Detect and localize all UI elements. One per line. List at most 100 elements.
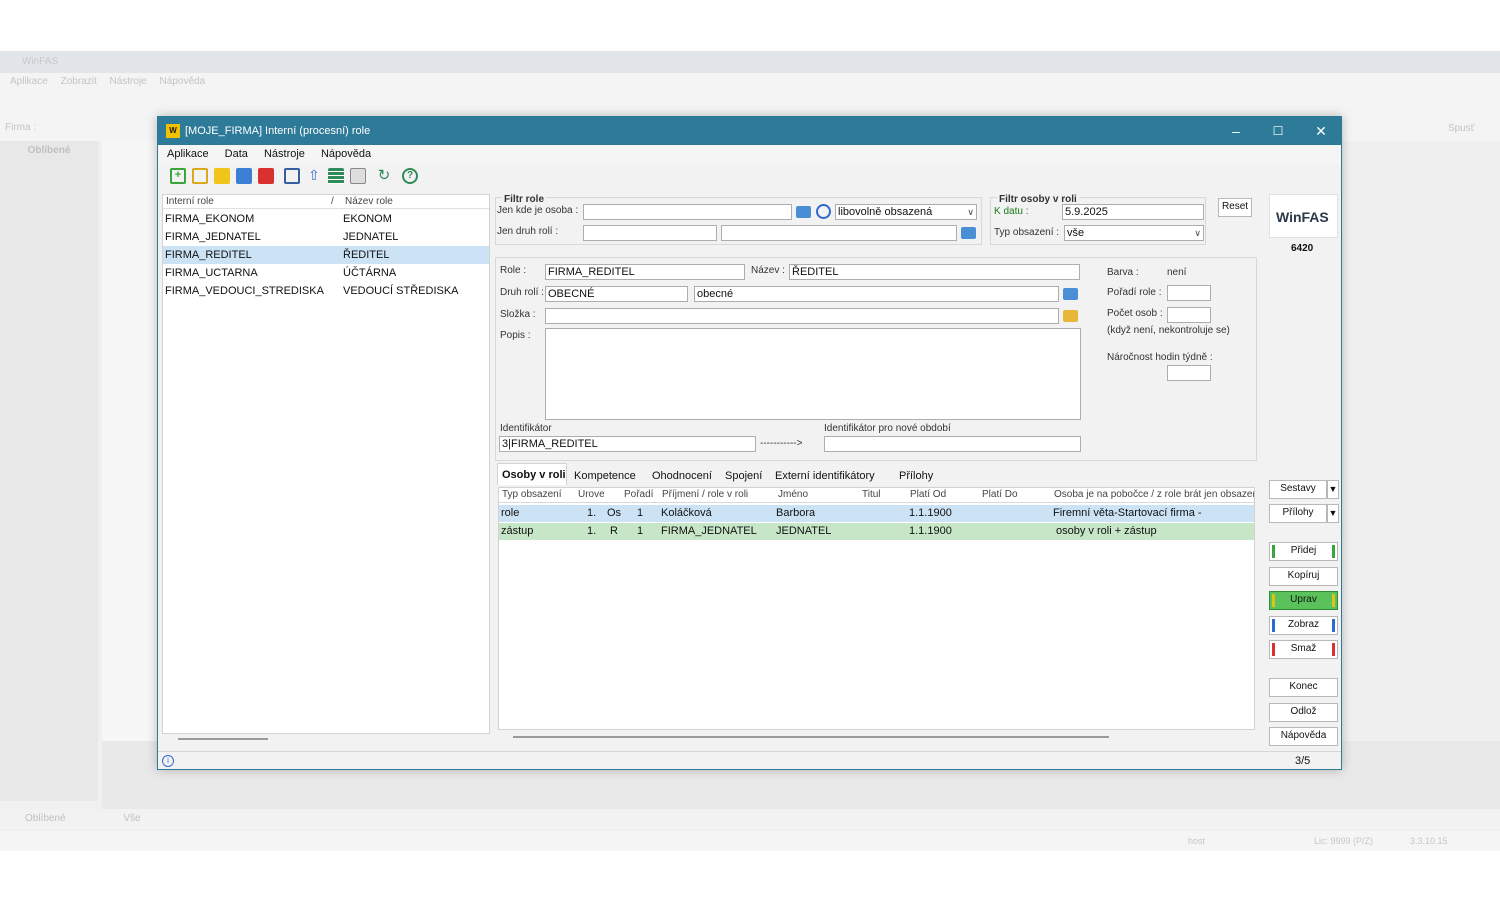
- attachments-button[interactable]: Přílohy: [1269, 504, 1327, 523]
- reports-dropdown-icon[interactable]: ▼: [1327, 480, 1339, 499]
- delete-button[interactable]: Smaž: [1269, 640, 1338, 659]
- background-status-bar: host Lic: 9999 (P/Z) 3.3.10.15: [0, 831, 1500, 851]
- person-count-field[interactable]: [1167, 307, 1211, 323]
- info-icon[interactable]: i: [162, 755, 174, 767]
- add-button[interactable]: Přidej: [1269, 542, 1338, 561]
- column-header-occupancy[interactable]: Typ obsazení: [502, 489, 568, 500]
- view-button[interactable]: Zobraz: [1269, 616, 1338, 635]
- grid-scrollbar[interactable]: [513, 736, 1109, 738]
- close-dialog-button[interactable]: Konec: [1269, 678, 1338, 697]
- column-header-level[interactable]: Úroveň: [578, 489, 604, 500]
- role-code: FIRMA_UCTARNA: [165, 267, 258, 279]
- export-icon[interactable]: ⇧: [306, 168, 322, 184]
- background-tab-favorites[interactable]: Oblíbené: [25, 813, 66, 824]
- identifier-arrow: ----------->: [760, 438, 803, 449]
- role-type-code-field[interactable]: OBECNÉ: [545, 286, 688, 302]
- background-toolbar: [0, 93, 1500, 117]
- refresh-icon[interactable]: ↻: [376, 168, 392, 184]
- help-button[interactable]: Nápověda: [1269, 727, 1338, 746]
- menu-nastroje[interactable]: Nástroje: [264, 148, 305, 160]
- menu-napoveda[interactable]: Nápověda: [321, 148, 371, 160]
- minimize-button[interactable]: –: [1221, 121, 1251, 141]
- delete-icon[interactable]: [258, 168, 274, 184]
- role-type-code-input[interactable]: [583, 225, 717, 241]
- occupancy-type-select[interactable]: vše ∨: [1064, 225, 1204, 241]
- table-row[interactable]: role 1. Os 1 Koláčková Barbora 1.1.1900 …: [499, 505, 1254, 522]
- tab-kompetence[interactable]: Kompetence: [574, 470, 636, 482]
- role-label: Role :: [500, 265, 527, 276]
- role-code: FIRMA_REDITEL: [165, 249, 252, 261]
- occupancy-select[interactable]: libovolně obsazená ∨: [835, 204, 977, 220]
- column-header-title[interactable]: Titul: [862, 489, 902, 500]
- list-item-selected[interactable]: FIRMA_REDITEL ŘEDITEL: [163, 246, 489, 264]
- background-menu-item[interactable]: Nápověda: [160, 76, 206, 87]
- background-menu-item[interactable]: Zobrazit: [61, 76, 97, 87]
- background-tab-all[interactable]: Vše: [123, 813, 140, 824]
- role-code-field[interactable]: FIRMA_REDITEL: [545, 264, 745, 280]
- role-type-name-field[interactable]: obecné: [694, 286, 1059, 302]
- table-icon[interactable]: [328, 168, 344, 184]
- add-icon[interactable]: +: [170, 168, 186, 184]
- new-identifier-field[interactable]: [824, 436, 1081, 452]
- column-header-order[interactable]: Pořadí: [624, 489, 658, 500]
- open-folder-icon[interactable]: [1063, 288, 1078, 300]
- role-type-name-input[interactable]: [721, 225, 957, 241]
- columns-icon[interactable]: [350, 168, 366, 184]
- tab-prilohy[interactable]: Přílohy: [899, 470, 933, 482]
- list-item[interactable]: FIRMA_EKONOM EKONOM: [163, 210, 489, 228]
- table-row[interactable]: zástup 1. R 1 FIRMA_JEDNATEL JEDNATEL 1.…: [499, 523, 1254, 540]
- tab-spojeni[interactable]: Spojení: [725, 470, 762, 482]
- person-filter-input[interactable]: [583, 204, 792, 220]
- postpone-button[interactable]: Odlož: [1269, 703, 1338, 722]
- cell-valid-from: 1.1.1900: [909, 507, 952, 519]
- view-color-bar: [1332, 619, 1335, 632]
- edit-color-bar: [1272, 594, 1275, 607]
- background-menu-item[interactable]: Aplikace: [10, 76, 48, 87]
- list-scrollbar[interactable]: [178, 738, 268, 740]
- weekly-hours-field[interactable]: [1167, 365, 1211, 381]
- cell-level: 1.: [587, 525, 597, 537]
- column-header-role-name[interactable]: Název role: [345, 196, 393, 207]
- background-favorites-tab[interactable]: Oblíbené: [0, 145, 98, 159]
- person-icon[interactable]: [816, 204, 831, 219]
- print-icon[interactable]: [284, 168, 300, 184]
- column-header-role-code[interactable]: Interní role: [166, 196, 214, 207]
- list-item[interactable]: FIRMA_VEDOUCI_STREDISKA VEDOUCÍ STŘEDISK…: [163, 282, 489, 300]
- window-title-bar[interactable]: W [MOJE_FIRMA] Interní (procesní) role –…: [158, 117, 1341, 145]
- help-icon[interactable]: ?: [402, 168, 418, 184]
- menu-data[interactable]: Data: [225, 148, 248, 160]
- folder-field[interactable]: [545, 308, 1059, 324]
- edit-button[interactable]: Uprav: [1269, 591, 1338, 610]
- edit-icon[interactable]: [214, 168, 230, 184]
- list-item[interactable]: FIRMA_JEDNATEL JEDNATEL: [163, 228, 489, 246]
- close-button[interactable]: ✕: [1306, 121, 1336, 141]
- column-header-branch[interactable]: Osoba je na pobočce / z role brát jen ob…: [1054, 489, 1254, 500]
- menu-aplikace[interactable]: Aplikace: [167, 148, 209, 160]
- open-folder-icon[interactable]: [796, 206, 811, 218]
- column-header-valid-from[interactable]: Platí Od: [910, 489, 976, 500]
- column-header-surname[interactable]: Příjmení / role v roli: [662, 489, 772, 500]
- date-input[interactable]: 5.9.2025: [1062, 204, 1204, 220]
- role-name-field[interactable]: ŘEDITEL: [789, 264, 1080, 280]
- description-field[interactable]: [545, 328, 1081, 420]
- tab-ohodnoceni[interactable]: Ohodnocení: [652, 470, 712, 482]
- background-menu-item[interactable]: Nástroje: [110, 76, 147, 87]
- reports-button[interactable]: Sestavy: [1269, 480, 1327, 499]
- attachments-dropdown-icon[interactable]: ▼: [1327, 504, 1339, 523]
- copy-icon[interactable]: [192, 168, 208, 184]
- folder-icon[interactable]: [1063, 310, 1078, 322]
- column-header-valid-to[interactable]: Platí Do: [982, 489, 1048, 500]
- copy-button[interactable]: Kopíruj: [1269, 567, 1338, 586]
- column-header-firstname[interactable]: Jméno: [778, 489, 858, 500]
- edit-button-label: Uprav: [1290, 594, 1317, 605]
- background-run-button[interactable]: Spusť: [1448, 123, 1475, 134]
- role-order-field[interactable]: [1167, 285, 1211, 301]
- list-item[interactable]: FIRMA_UCTARNA ÚČTÁRNA: [163, 264, 489, 282]
- view-icon[interactable]: [236, 168, 252, 184]
- tab-externi-identifikatory[interactable]: Externí identifikátory: [775, 470, 875, 482]
- reset-button[interactable]: Reset: [1218, 198, 1252, 217]
- maximize-button[interactable]: ☐: [1263, 121, 1293, 141]
- tab-osoby-v-roli[interactable]: Osoby v roli: [502, 469, 566, 481]
- open-folder-icon[interactable]: [961, 227, 976, 239]
- identifier-field[interactable]: 3|FIRMA_REDITEL: [499, 436, 756, 452]
